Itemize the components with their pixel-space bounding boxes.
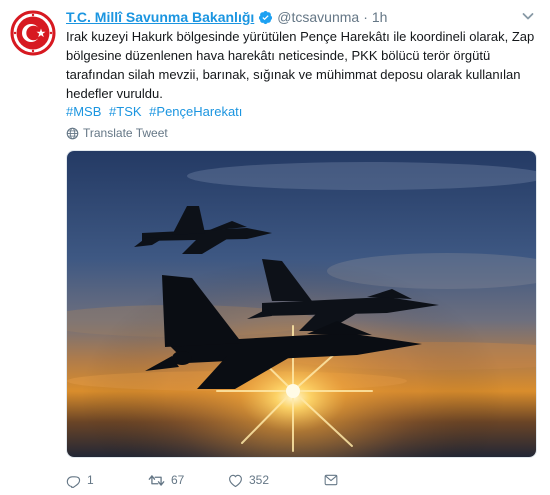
tweet-timestamp[interactable]: 1h	[372, 9, 388, 25]
direct-message-icon	[324, 474, 338, 486]
retweet-icon	[148, 474, 165, 486]
tweet-photo[interactable]	[66, 150, 537, 458]
tweet-text-line: hedefler vuruldu.	[66, 86, 163, 101]
hashtag-link[interactable]: #TSK	[109, 104, 142, 119]
fighter-jets-sunset-photo	[67, 151, 536, 457]
tweet-actions: 1 67 352	[66, 470, 344, 490]
account-handle[interactable]: @tcsavunma	[277, 9, 359, 25]
verified-badge-icon	[259, 10, 273, 24]
globe-icon	[66, 127, 79, 139]
reply-icon	[66, 475, 81, 488]
hashtag-link[interactable]: #PençeHarekatı	[149, 104, 242, 119]
direct-message-button[interactable]	[324, 473, 344, 487]
retweet-count: 67	[171, 473, 185, 487]
translate-label: Translate Tweet	[83, 126, 168, 140]
like-icon	[229, 474, 242, 487]
reply-count: 1	[87, 473, 94, 487]
tweet-text-line: Irak kuzeyi Hakurk bölgesinde yürütülen …	[66, 29, 535, 44]
tweet-text: Irak kuzeyi Hakurk bölgesinde yürütülen …	[66, 27, 542, 103]
reply-button[interactable]: 1	[66, 473, 148, 488]
like-button[interactable]: 352	[228, 473, 324, 488]
like-count: 352	[249, 473, 270, 487]
avatar[interactable]	[10, 10, 56, 56]
chevron-down-icon[interactable]	[520, 8, 536, 24]
separator-dot: ·	[363, 9, 368, 25]
hashtag-list: #MSB #TSK #PençeHarekatı	[66, 102, 246, 121]
retweet-button[interactable]: 67	[148, 473, 228, 488]
tweet-header: T.C. Millî Savunma Bakanlığı @tcsavunma …	[66, 7, 387, 27]
hashtag-link[interactable]: #MSB	[66, 104, 101, 119]
tweet-text-line: bölgesine düzenlenen hava harekâtı netic…	[66, 48, 491, 63]
tweet: T.C. Millî Savunma Bakanlığı @tcsavunma …	[0, 0, 550, 495]
account-name[interactable]: T.C. Millî Savunma Bakanlığı	[66, 9, 254, 25]
translate-tweet-button[interactable]: Translate Tweet	[66, 124, 168, 142]
tweet-text-line: tarafından silah mevzii, barınak, sığına…	[66, 67, 521, 82]
msb-emblem-icon	[10, 10, 56, 56]
